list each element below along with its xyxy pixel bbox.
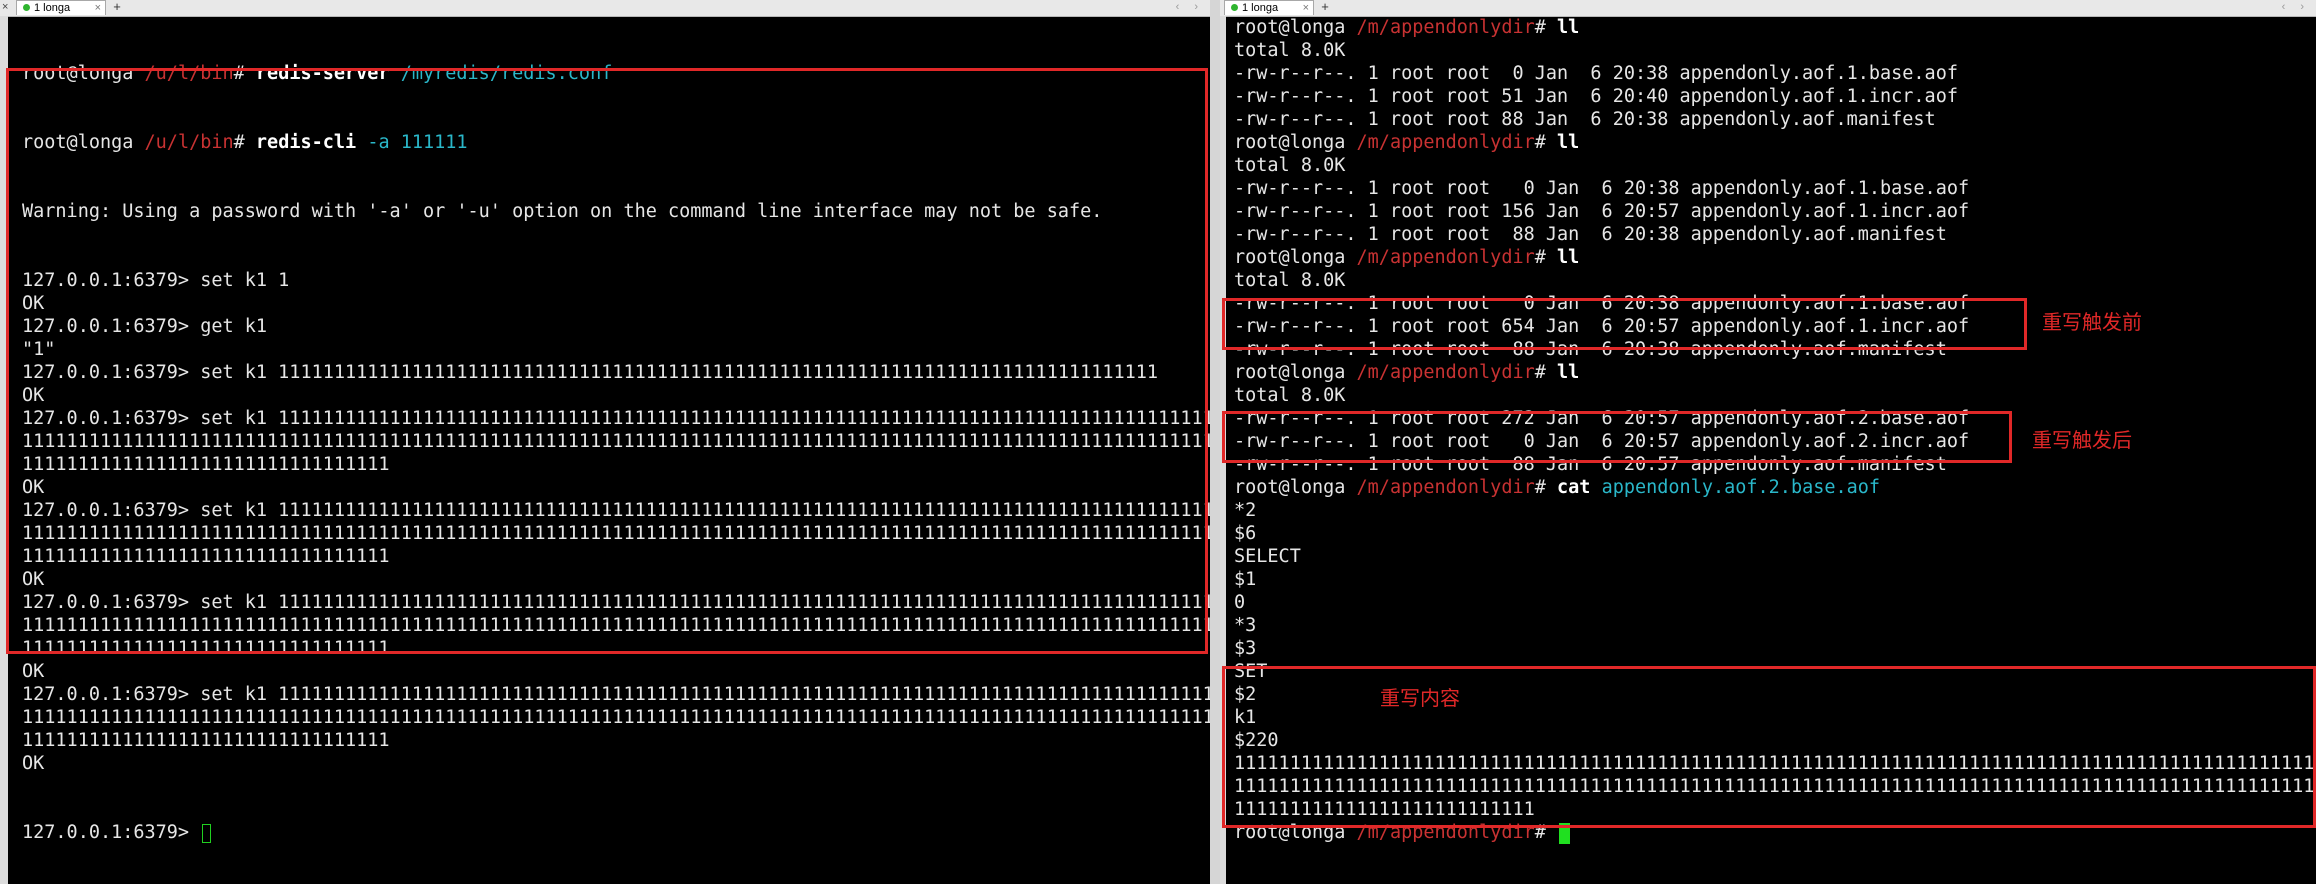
tab-nav-arrows-icon[interactable]: ‹ › (2282, 0, 2310, 14)
aof-content-line: 0 (1234, 592, 1246, 613)
right-terminal-pane[interactable]: 1 longa × + ‹ › root@longa /m/appendonly… (1220, 0, 2316, 884)
prompt-user: root@longa (1234, 477, 1346, 498)
total-line: total 8.0K (1234, 155, 1346, 176)
prompt-hash: # (1534, 17, 1546, 38)
left-terminal-pane[interactable]: × 1 longa × + ‹ › root@longa /u/l/bin# r… (0, 0, 1210, 884)
prompt-hash: # (1534, 362, 1546, 383)
file-listing-row: -rw-r--r--. 1 root root 51 Jan 6 20:40 a… (1234, 86, 1958, 107)
file-listing-row: -rw-r--r--. 1 root root 156 Jan 6 20:57 … (1234, 201, 1970, 222)
tab-nav-arrows-icon[interactable]: ‹ › (1176, 0, 1204, 14)
prompt-line: root@longa /m/appendonlydir# ll (1234, 16, 2316, 39)
terminal-line: 127.0.0.1:6379> (22, 821, 1210, 844)
aof-content-line: *2 (1234, 500, 1257, 521)
prompt-path: /m/appendonlydir (1356, 132, 1535, 153)
command: ll (1557, 247, 1580, 268)
highlight-box-redis-cli (6, 68, 1208, 654)
tab-left-session[interactable]: 1 longa × (16, 0, 106, 15)
prompt-path: /m/appendonlydir (1356, 17, 1535, 38)
terminal-line: OK (22, 753, 45, 774)
prompt-line: root@longa /m/appendonlydir# cat appendo… (1234, 476, 2316, 499)
prompt-user: root@longa (1234, 362, 1346, 383)
close-icon[interactable]: × (2, 0, 8, 14)
tab-close-icon[interactable]: × (1303, 1, 1309, 15)
annotation-after-rewrite: 重写触发后 (2032, 428, 2132, 452)
right-tab-bar: 1 longa × + ‹ › (1220, 0, 2316, 17)
tab-label: 1 longa (1242, 2, 1279, 14)
command: cat (1557, 477, 1591, 498)
terminal-line: 111111111111111111111111111111111 (22, 730, 390, 751)
prompt-line: root@longa /m/appendonlydir# ll (1234, 131, 2316, 154)
command-arg: appendonly.aof.2.base.aof (1601, 477, 1881, 498)
file-listing-row: -rw-r--r--. 1 root root 88 Jan 6 20:38 a… (1234, 109, 1936, 130)
left-tab-bar: × 1 longa × + ‹ › (0, 0, 1210, 17)
terminal-line: OK (22, 661, 45, 682)
prompt-user: root@longa (1234, 17, 1346, 38)
file-listing-row: -rw-r--r--. 1 root root 0 Jan 6 20:38 ap… (1234, 178, 1970, 199)
aof-content-line: $6 (1234, 523, 1257, 544)
total-line: total 8.0K (1234, 40, 1346, 61)
file-listing-row: -rw-r--r--. 1 root root 88 Jan 6 20:38 a… (1234, 224, 1947, 245)
command: ll (1557, 17, 1580, 38)
command: ll (1557, 132, 1580, 153)
prompt-path: /m/appendonlydir (1356, 477, 1535, 498)
terminal-line: 127.0.0.1:6379> set k1 11111111111111111… (22, 684, 1210, 705)
total-line: total 8.0K (1234, 385, 1346, 406)
prompt-path: /m/appendonlydir (1356, 362, 1535, 383)
prompt-hash: # (1534, 132, 1546, 153)
tab-label: 1 longa (34, 2, 71, 14)
aof-content-line: *3 (1234, 615, 1257, 636)
file-listing-row: -rw-r--r--. 1 root root 0 Jan 6 20:38 ap… (1234, 63, 1958, 84)
prompt-hash: # (1534, 247, 1546, 268)
status-dot-icon (1231, 4, 1238, 11)
prompt-path: /m/appendonlydir (1356, 247, 1535, 268)
prompt-line: root@longa /m/appendonlydir# ll (1234, 361, 2316, 384)
command: ll (1557, 362, 1580, 383)
tab-close-icon[interactable]: × (95, 1, 101, 15)
highlight-box-after-rewrite (1222, 411, 2012, 463)
annotation-before-rewrite: 重写触发前 (2042, 310, 2142, 334)
annotation-rewrite-content: 重写内容 (1380, 686, 1460, 710)
prompt-line: root@longa /m/appendonlydir# ll (1234, 246, 2316, 269)
pane-divider[interactable] (1210, 0, 1220, 884)
aof-content-line: $1 (1234, 569, 1257, 590)
total-line: total 8.0K (1234, 270, 1346, 291)
tab-right-session[interactable]: 1 longa × (1224, 0, 1314, 15)
add-tab-button[interactable]: + (1318, 0, 1332, 15)
cursor (202, 823, 212, 843)
status-dot-icon (23, 4, 30, 11)
highlight-box-before-rewrite (1222, 298, 2027, 350)
terminal-line: 1111111111111111111111111111111111111111… (22, 707, 1210, 728)
aof-content-line: SELECT (1234, 546, 1301, 567)
add-tab-button[interactable]: + (110, 0, 124, 15)
aof-content-line: $3 (1234, 638, 1257, 659)
prompt-user: root@longa (1234, 247, 1346, 268)
prompt-hash: # (1534, 477, 1546, 498)
prompt-user: root@longa (1234, 132, 1346, 153)
